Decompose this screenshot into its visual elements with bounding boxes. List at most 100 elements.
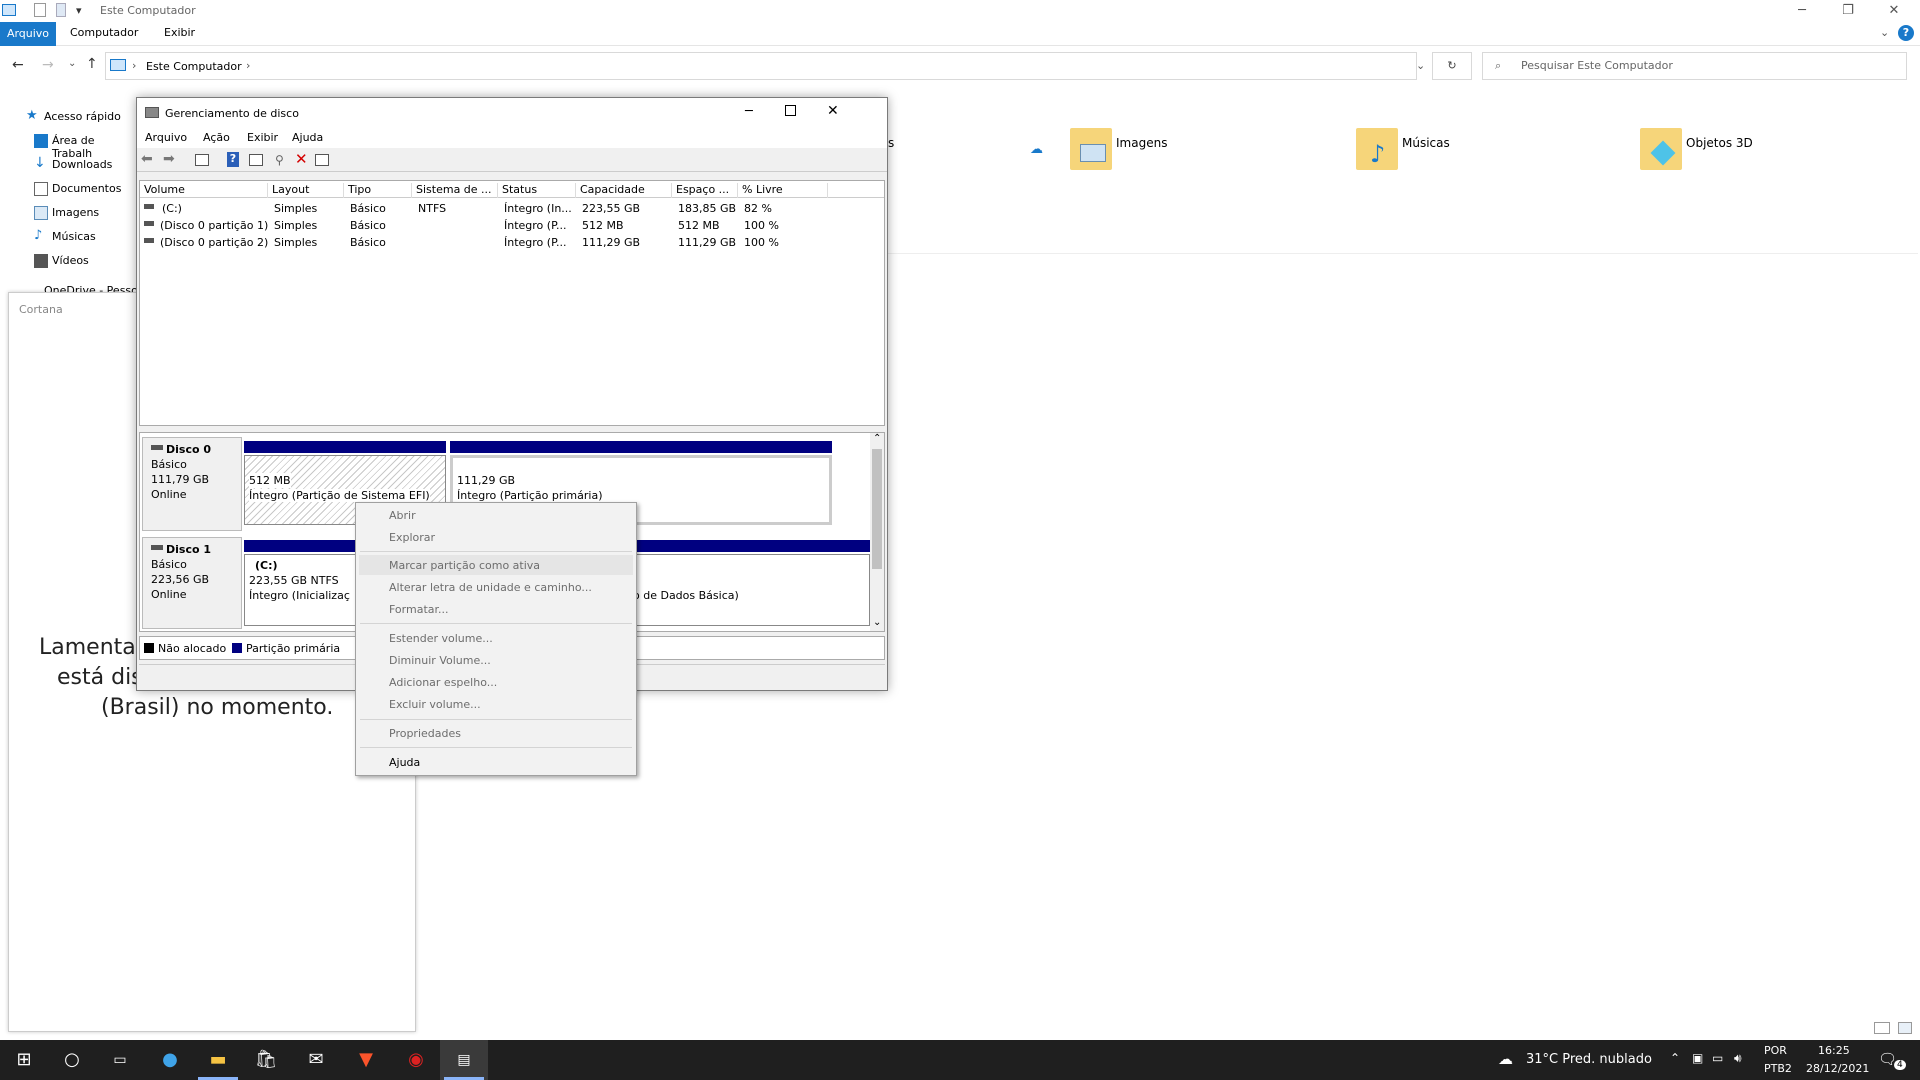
minimize-button[interactable]: ─ — [1780, 0, 1824, 22]
search-input[interactable]: ⌕ Pesquisar Este Computador — [1482, 52, 1907, 80]
volume-icon[interactable]: 🔊︎ — [1734, 1051, 1742, 1066]
scroll-thumb[interactable] — [872, 449, 882, 569]
network-icon[interactable]: ▭ — [1712, 1051, 1723, 1065]
delete-icon[interactable]: ✕ — [295, 150, 308, 168]
menu-item-estender[interactable]: Estender volume... — [389, 632, 493, 645]
menu-item-abrir[interactable]: Abrir — [389, 509, 416, 522]
weather-text[interactable]: 31°C Pred. nublado — [1526, 1052, 1652, 1067]
column-header[interactable]: Volume — [140, 183, 268, 198]
column-header[interactable]: % Livre — [738, 183, 828, 198]
menu-item-ajuda[interactable]: Ajuda — [389, 756, 420, 769]
table-row[interactable]: (C:) Simples Básico NTFS Íntegro (In... … — [140, 201, 884, 218]
menu-item-explorar[interactable]: Explorar — [389, 531, 435, 544]
input-layout[interactable]: PTB2 — [1764, 1062, 1792, 1075]
up-arrow-icon[interactable]: ↑ — [86, 56, 98, 72]
forward-arrow-icon[interactable]: ➡ — [163, 151, 175, 167]
disk-label[interactable]: Disco 1 Básico 223,56 GB Online — [142, 537, 242, 629]
address-bar[interactable]: › Este Computador › ⌄ — [105, 52, 1425, 80]
quick-access-dropdown-icon[interactable]: ▾ — [76, 4, 82, 17]
table-row[interactable]: (Disco 0 partição 1) Simples Básico Ínte… — [140, 218, 884, 235]
breadcrumb[interactable]: Este Computador — [146, 60, 242, 73]
forward-arrow-icon[interactable]: → — [42, 57, 54, 73]
properties-icon[interactable] — [315, 154, 329, 166]
properties-icon[interactable] — [34, 3, 46, 17]
app-icon[interactable]: ◉ — [392, 1040, 440, 1080]
menu-item-alterar-letra[interactable]: Alterar letra de unidade e caminho... — [389, 581, 592, 594]
column-header[interactable]: Layout — [268, 183, 344, 198]
column-header[interactable]: Status — [498, 183, 576, 198]
disk-label[interactable]: Disco 0 Básico 111,79 GB Online — [142, 437, 242, 531]
input-lang[interactable]: POR — [1764, 1044, 1787, 1057]
column-header[interactable]: Sistema de ... — [412, 183, 498, 198]
help-icon[interactable]: ? — [1898, 25, 1914, 41]
meet-icon[interactable]: ▣ — [1692, 1051, 1703, 1065]
large-icons-view-icon[interactable] — [1898, 1022, 1912, 1034]
menu-item-adicionar-espelho[interactable]: Adicionar espelho... — [389, 676, 497, 689]
new-folder-icon[interactable] — [56, 3, 66, 17]
properties-pane-icon[interactable] — [249, 154, 263, 166]
address-dropdown-icon[interactable]: ⌄ — [1416, 59, 1425, 72]
folder-item-musicas[interactable]: ♪ Músicas — [1356, 128, 1536, 178]
back-arrow-icon[interactable]: ← — [12, 57, 24, 73]
menu-item-propriedades[interactable]: Propriedades — [389, 727, 461, 740]
chevron-up-icon[interactable]: ⌃ — [1670, 1051, 1680, 1065]
column-header[interactable]: Capacidade — [576, 183, 672, 198]
folder-item-objetos-3d[interactable]: Objetos 3D — [1640, 128, 1820, 178]
folder-label[interactable]: s — [888, 136, 894, 150]
menu-item-diminuir[interactable]: Diminuir Volume... — [389, 654, 491, 667]
dm-maximize-button[interactable] — [785, 105, 796, 116]
close-button[interactable]: ✕ — [1872, 0, 1916, 22]
disk-management-taskbar-icon[interactable]: ▤ — [440, 1040, 488, 1080]
chevron-right-icon[interactable]: › — [246, 59, 250, 72]
cortana-icon[interactable]: ○ — [48, 1040, 96, 1080]
store-icon[interactable]: 🛍 — [242, 1040, 290, 1080]
nav-item-onedrive[interactable]: ☁ OneDrive - Pesso — [44, 284, 138, 292]
nav-item-pictures[interactable]: Imagens — [34, 206, 99, 220]
dm-minimize-button[interactable]: ─ — [745, 104, 753, 119]
recent-locations-icon[interactable]: ⌄ — [68, 58, 76, 69]
task-view-icon[interactable]: ▭ — [96, 1040, 144, 1080]
refresh-button[interactable]: ↻ — [1432, 52, 1472, 80]
weather-icon[interactable]: ☁ — [1498, 1050, 1513, 1068]
menu-item-marcar-ativa[interactable]: Marcar partição como ativa — [389, 559, 540, 572]
column-header[interactable]: Espaço ... — [672, 183, 738, 198]
nav-item-quick-access[interactable]: ★ Acesso rápido — [26, 108, 121, 123]
brave-icon[interactable]: ▼ — [342, 1040, 390, 1080]
tab-exibir[interactable]: Exibir — [164, 26, 195, 39]
graph-scrollbar[interactable]: ⌃ ⌄ — [870, 433, 884, 631]
chevron-down-icon[interactable]: ⌄ — [1880, 26, 1889, 39]
dm-close-button[interactable]: ✕ — [827, 103, 839, 119]
folder-item-imagens[interactable]: Imagens — [1070, 128, 1250, 178]
menu-arquivo[interactable]: Arquivo — [145, 131, 187, 144]
clock-date[interactable]: 28/12/2021 — [1806, 1062, 1869, 1075]
table-row[interactable]: (Disco 0 partição 2) Simples Básico Ínte… — [140, 235, 884, 252]
scroll-up-icon[interactable]: ⌃ — [873, 433, 881, 444]
details-view-icon[interactable] — [1874, 1022, 1890, 1034]
tab-arquivo[interactable]: Arquivo — [0, 22, 56, 46]
menu-ajuda[interactable]: Ajuda — [292, 131, 323, 144]
mail-icon[interactable]: ✉ — [292, 1040, 340, 1080]
show-hide-console-icon[interactable] — [195, 154, 209, 166]
menu-item-excluir[interactable]: Excluir volume... — [389, 698, 481, 711]
file-explorer-icon[interactable]: ▬ — [194, 1040, 242, 1080]
clock-time[interactable]: 16:25 — [1818, 1044, 1850, 1057]
cell: (Disco 0 partição 2) — [160, 236, 269, 249]
nav-item-documents[interactable]: Documentos — [34, 182, 121, 196]
back-arrow-icon[interactable]: ⬅ — [141, 151, 153, 167]
cell: Básico — [350, 202, 386, 215]
connect-drive-icon[interactable]: ⚲ — [275, 153, 284, 167]
scroll-down-icon[interactable]: ⌄ — [873, 617, 881, 628]
nav-item-music[interactable]: ♪ Músicas — [34, 228, 96, 243]
menu-acao[interactable]: Ação — [203, 131, 230, 144]
nav-item-videos[interactable]: Vídeos — [34, 254, 89, 268]
tab-computador[interactable]: Computador — [70, 26, 138, 39]
menu-exibir[interactable]: Exibir — [247, 131, 278, 144]
restore-button[interactable]: ❐ — [1826, 0, 1870, 22]
edge-icon[interactable]: ● — [146, 1040, 194, 1080]
column-header[interactable]: Tipo — [344, 183, 412, 198]
nav-item-downloads[interactable]: ↓ Downloads — [34, 155, 112, 171]
start-icon[interactable]: ⊞ — [0, 1040, 48, 1080]
nav-item-desktop[interactable]: Área de Trabalh — [34, 134, 138, 160]
menu-item-formatar[interactable]: Formatar... — [389, 603, 449, 616]
help-icon[interactable]: ? — [227, 152, 239, 167]
